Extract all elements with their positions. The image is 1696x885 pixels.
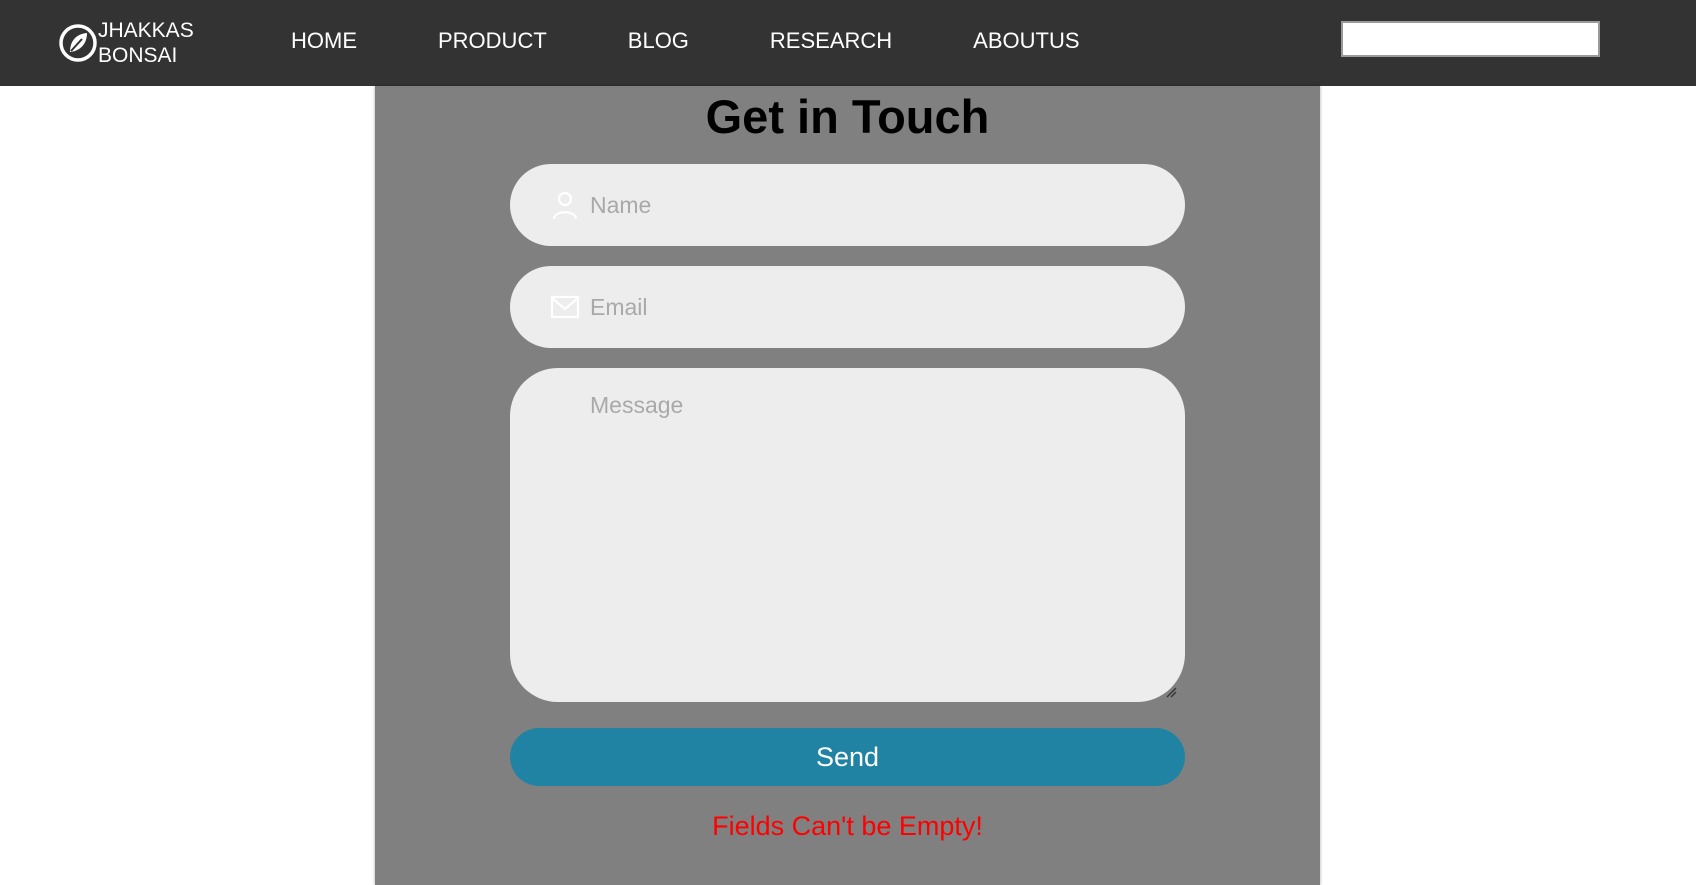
message-field-container[interactable]	[510, 368, 1185, 702]
nav-link-aboutus[interactable]: ABOUTUS	[973, 28, 1079, 54]
page-title: Get in Touch	[705, 90, 990, 143]
name-field-container[interactable]	[510, 164, 1185, 246]
brand-name: JHAKKAS BONSAI	[98, 19, 194, 67]
nav-link-blog[interactable]: BLOG	[628, 28, 689, 54]
top-navbar: JHAKKAS BONSAI HOME PRODUCT BLOG RESEARC…	[0, 0, 1696, 86]
nav-link-home[interactable]: HOME	[291, 28, 357, 54]
nav-menu: HOME PRODUCT BLOG RESEARCH ABOUTUS	[291, 0, 1161, 82]
nav-link-product[interactable]: PRODUCT	[438, 28, 547, 54]
name-field[interactable]	[590, 164, 1150, 246]
email-field[interactable]	[590, 266, 1150, 348]
send-button[interactable]: Send	[510, 728, 1185, 786]
search-input[interactable]	[1341, 21, 1600, 57]
message-field[interactable]	[590, 392, 1160, 682]
contact-form-panel: Get in Touch Send Fields Can't be Empty!	[375, 86, 1320, 885]
envelope-icon	[550, 295, 580, 319]
nav-link-research[interactable]: RESEARCH	[770, 28, 892, 54]
email-field-container[interactable]	[510, 266, 1185, 348]
resize-handle-icon[interactable]	[1165, 686, 1177, 698]
brand-logo[interactable]: JHAKKAS BONSAI	[58, 18, 194, 68]
user-icon	[552, 191, 578, 220]
error-message: Fields Can't be Empty!	[712, 811, 983, 841]
leaf-circle-icon	[59, 24, 97, 62]
